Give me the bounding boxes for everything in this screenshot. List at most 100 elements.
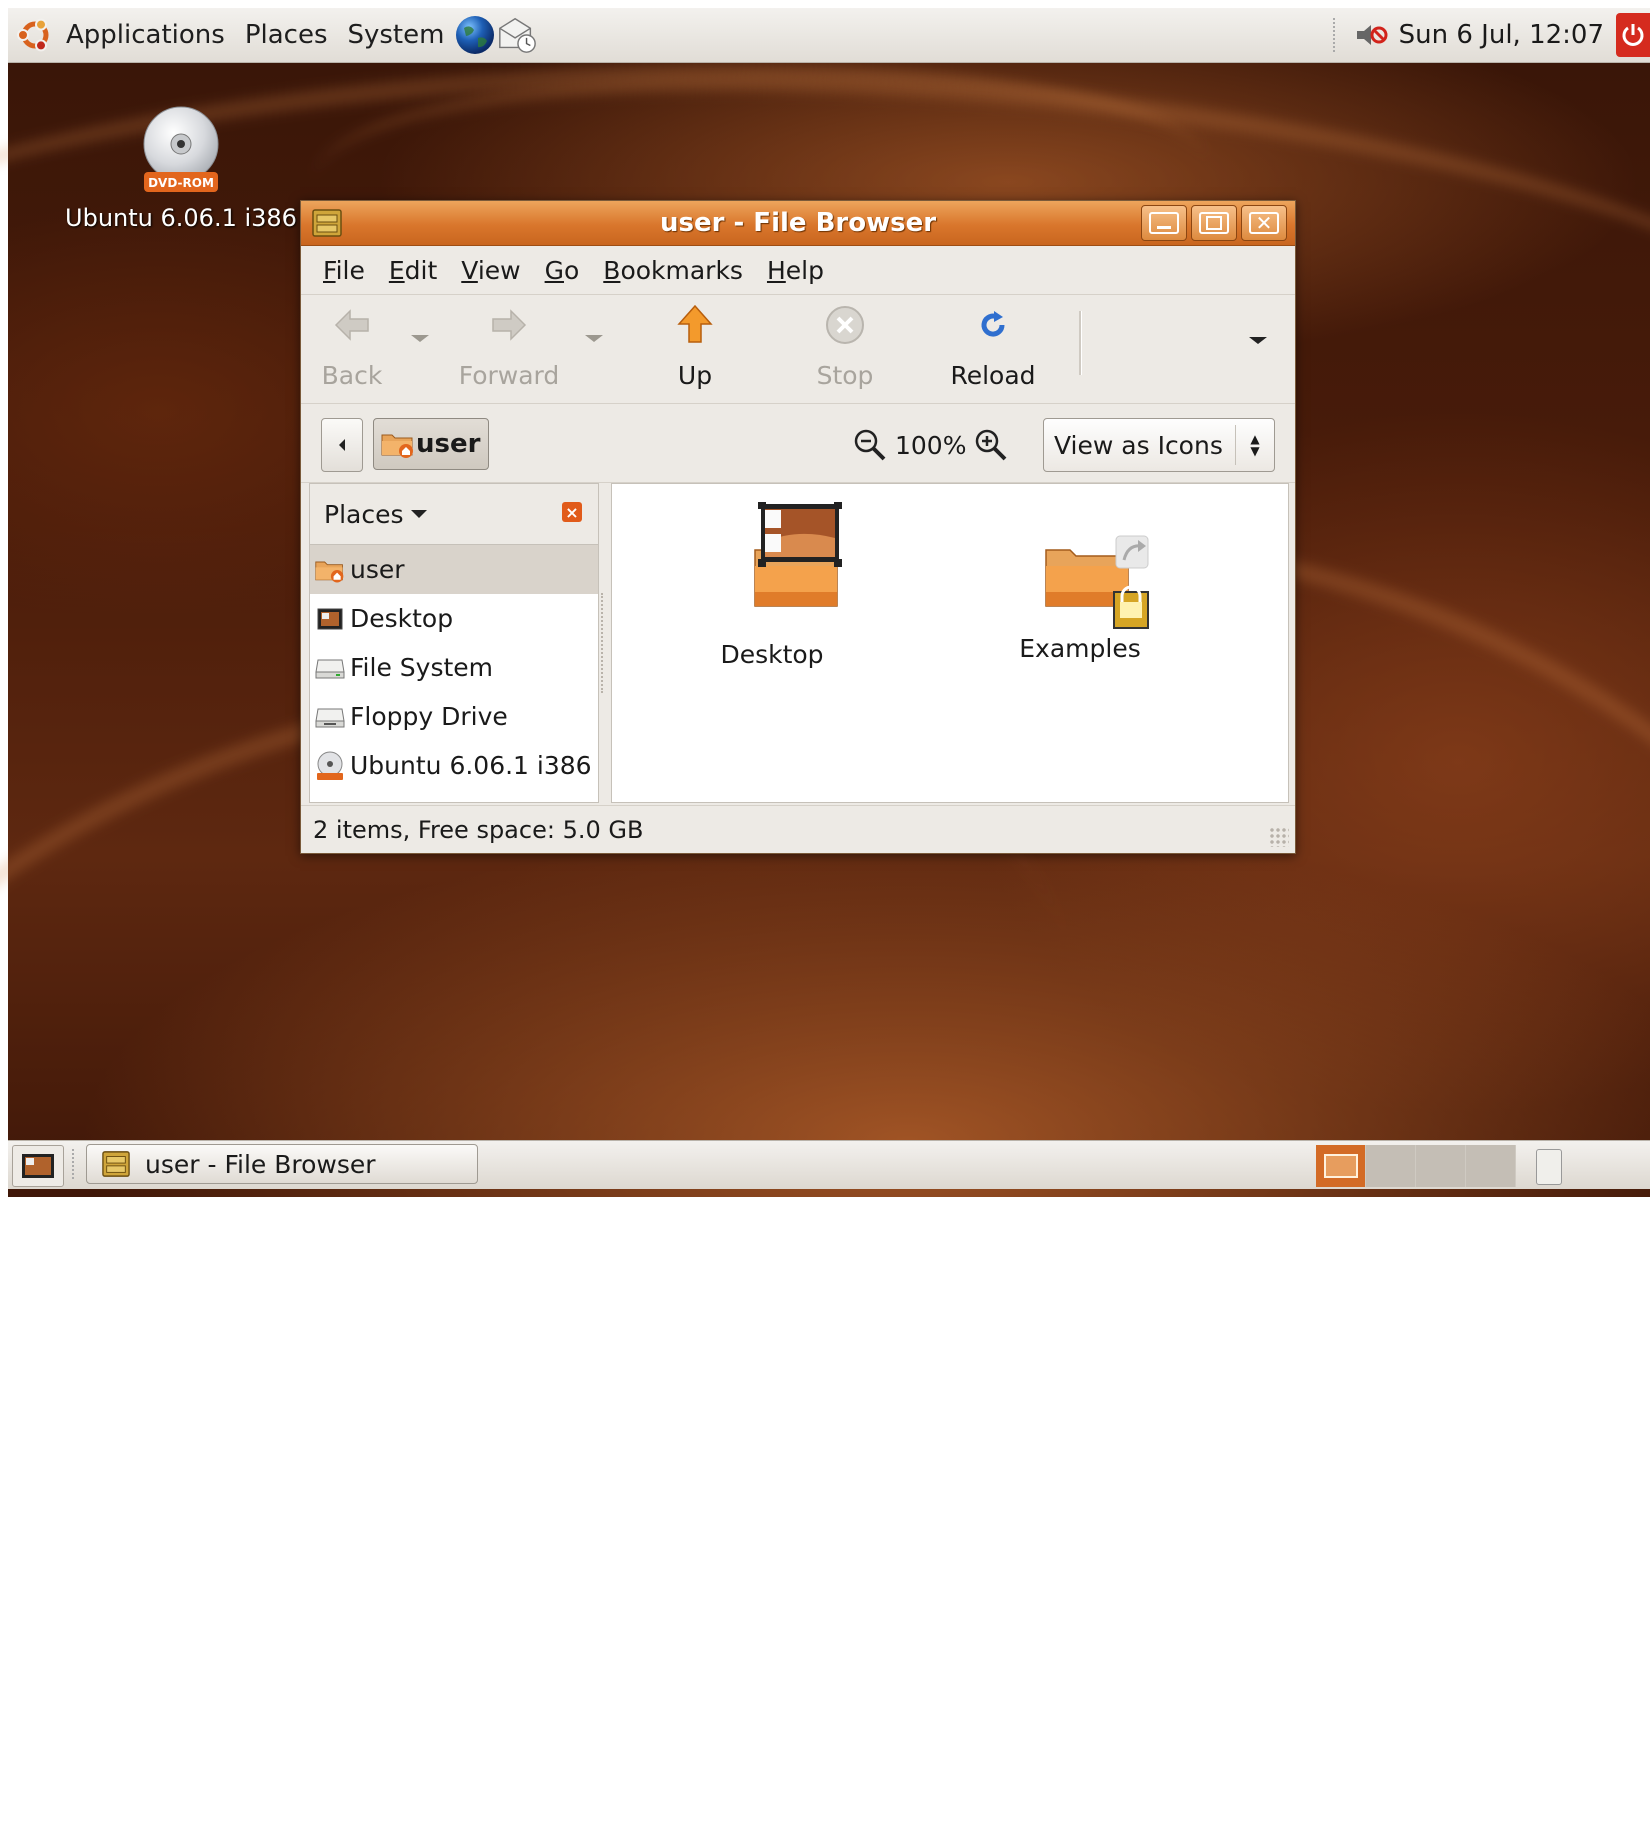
volume-muted-icon[interactable] [1351,14,1393,56]
chevron-left-icon [339,439,345,451]
applications-menu-label: Applications [66,20,225,50]
clock[interactable]: Sun 6 Jul, 12:07 [1393,20,1616,50]
sidebar-item-cdrom[interactable]: Ubuntu 6.06.1 i386 [310,741,598,790]
select-updown-icon: ▲ ▼ [1235,425,1274,465]
workspace-3[interactable] [1416,1145,1466,1187]
path-scroll-left-button[interactable] [321,418,363,472]
show-desktop-button[interactable] [12,1145,64,1187]
desktop-icon [314,604,346,634]
resize-grip-icon[interactable] [1269,827,1289,847]
menu-edit-label: dit [404,255,438,285]
menu-help-label: elp [785,255,824,285]
menu-help[interactable]: Help [757,256,838,285]
taskbar-item-file-browser[interactable]: user - File Browser [86,1144,478,1184]
system-menu[interactable]: System [338,20,455,50]
maximize-icon [1199,212,1229,234]
menu-edit-accel: E [388,255,405,285]
stop-label: Stop [816,361,874,390]
toolbar-overflow-arrow-icon[interactable] [1249,337,1267,344]
floppy-icon [314,702,346,732]
reload-button[interactable]: Reload [947,303,1039,390]
desktop-dvd-icon[interactable]: DVD-ROM Ubuntu 6.06.1 i386 [56,106,306,232]
home-folder-icon [381,434,413,458]
forward-history-arrow-icon[interactable] [585,335,603,342]
minimize-button[interactable] [1141,205,1187,241]
sidebar-item-desktop[interactable]: Desktop [310,594,598,643]
cdrom-icon [314,751,346,781]
minimize-icon [1149,212,1179,234]
view-mode-select[interactable]: View as Icons ▲ ▼ [1043,418,1275,472]
sidebar-close-icon[interactable]: × [562,502,582,522]
file-item-examples[interactable]: Examples [980,502,1180,663]
menu-edit[interactable]: Edit [379,256,451,285]
menu-file-label: ile [335,255,365,285]
places-menu[interactable]: Places [235,20,338,50]
up-label: Up [677,361,713,390]
sidebar-item-floppy-drive[interactable]: Floppy Drive [310,692,598,741]
desktop-folder-icon [754,501,842,607]
reload-label: Reload [950,361,1036,390]
menu-view-label: iew [477,255,521,285]
bottom-panel: user - File Browser [8,1140,1650,1189]
places-sidebar: Places × user Desktop File System Floppy… [309,483,599,803]
file-cabinet-icon[interactable] [311,208,343,238]
zoom-in-icon[interactable] [974,428,1008,462]
menu-file-accel: F [323,255,336,285]
maximize-button[interactable] [1191,205,1237,241]
stop-button[interactable]: Stop [809,303,881,390]
sidebar-item-label: File System [350,653,494,682]
trash-icon[interactable] [1536,1149,1562,1185]
show-desktop-icon [22,1154,54,1178]
panel-handle [1332,18,1341,52]
web-browser-launcher-icon[interactable] [454,14,496,56]
sidebar-item-label: user [350,555,405,584]
workspace-switcher [1316,1145,1516,1187]
file-item-label: Desktop [720,640,824,669]
reload-icon [947,303,1039,347]
zoom-control: 100% [853,428,1008,462]
mail-launcher-icon[interactable] [496,14,538,56]
forward-arrow-icon [457,303,561,347]
back-history-arrow-icon[interactable] [411,335,429,342]
menu-view[interactable]: View [451,256,534,285]
path-crumb-label: user [416,429,481,459]
file-item-label: Examples [1019,634,1141,663]
sidebar-item-user[interactable]: user [310,545,598,594]
pane-splitter[interactable] [601,593,607,693]
ubuntu-logo-icon [14,14,56,56]
forward-button[interactable]: Forward [457,303,561,390]
zoom-out-icon[interactable] [853,428,887,462]
applications-menu[interactable]: Applications [14,14,235,56]
sidebar-item-label: Desktop [350,604,454,633]
menu-go[interactable]: Go [535,256,594,285]
back-button[interactable]: Back [315,303,389,390]
path-crumb-user[interactable]: user [373,418,489,470]
sidebar-type-select[interactable]: Places [324,500,428,529]
menu-go-label: o [563,255,580,285]
workspace-2[interactable] [1366,1145,1416,1187]
content-area: Places × user Desktop File System Floppy… [309,483,1289,803]
up-button[interactable]: Up [663,303,727,390]
home-folder-icon [314,555,346,585]
workspace-1[interactable] [1316,1145,1366,1187]
menu-bookmarks-label: ookmarks [620,255,743,285]
logout-power-icon[interactable] [1616,13,1650,57]
file-browser-window: user - File Browser ✕ File Edit View Go … [300,200,1296,854]
sidebar-item-file-system[interactable]: File System [310,643,598,692]
window-titlebar[interactable]: user - File Browser ✕ [301,201,1295,246]
locked-symlink-folder-icon [1045,535,1149,629]
harddisk-icon [314,653,346,683]
statusbar: 2 items, Free space: 5.0 GB [301,805,1295,853]
file-cabinet-icon [102,1151,130,1177]
close-button[interactable]: ✕ [1241,205,1287,241]
dvd-disc-icon: DVD-ROM [143,106,219,192]
file-icon-view[interactable]: Desktop Examples [611,483,1289,803]
menu-go-accel: G [544,255,564,285]
chevron-down-icon [410,510,427,518]
menu-help-accel: H [766,255,786,285]
menu-bookmarks[interactable]: Bookmarks [593,256,757,285]
menu-file[interactable]: File [313,256,379,285]
zoom-level[interactable]: 100% [895,431,966,460]
workspace-4[interactable] [1466,1145,1516,1187]
file-item-desktop[interactable]: Desktop [672,501,872,669]
